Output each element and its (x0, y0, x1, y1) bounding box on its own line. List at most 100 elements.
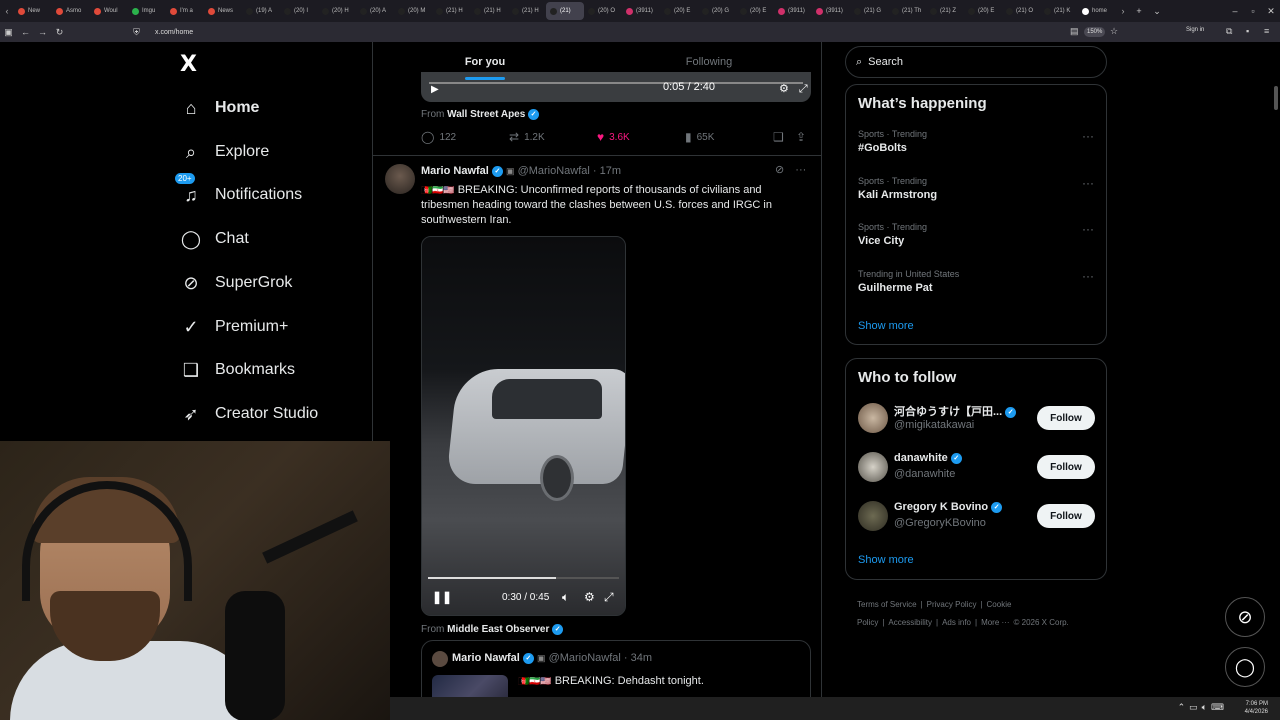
browser-tab[interactable]: New (14, 2, 52, 20)
extensions-icon[interactable]: ⧉ (1226, 26, 1232, 37)
footer-link[interactable]: More ··· (981, 618, 1009, 627)
avatar[interactable] (858, 501, 888, 531)
grok-icon[interactable]: ⊘ (775, 164, 784, 176)
reload-icon[interactable]: ↻ (51, 27, 68, 38)
more-icon[interactable]: ··· (1082, 129, 1094, 143)
new-tab-icon[interactable]: + (1130, 6, 1148, 16)
footer-link[interactable]: Terms of Service (857, 600, 917, 609)
show-more-link[interactable]: Show more (858, 554, 914, 566)
browser-tab[interactable]: (20) G (698, 2, 736, 20)
show-more-link[interactable]: Show more (858, 320, 914, 332)
browser-tab[interactable]: (3911) (622, 2, 660, 20)
video-progress-bar[interactable] (428, 577, 619, 579)
more-icon[interactable]: ··· (1082, 269, 1094, 283)
search-input[interactable]: Search (868, 56, 903, 68)
browser-tab[interactable]: (21) Th (888, 2, 926, 20)
browser-tab[interactable]: News (204, 2, 242, 20)
tab-list-icon[interactable]: ⌄ (1148, 6, 1166, 17)
volume-icon[interactable]: 🔈︎ (562, 590, 569, 605)
browser-tab[interactable]: (20) E (736, 2, 774, 20)
footer-link[interactable]: Privacy Policy (927, 600, 977, 609)
browser-tab[interactable]: Woul (90, 2, 128, 20)
more-icon[interactable]: ··· (795, 164, 806, 176)
close-window-icon[interactable]: ✕ (1262, 6, 1280, 17)
browser-tab[interactable]: (21) O (1002, 2, 1040, 20)
trend-item[interactable]: Trending in United States Guilherme Pat ··… (858, 269, 1098, 294)
sidebar-toggle-icon[interactable]: ▣ (0, 27, 17, 38)
messages-fab-button[interactable]: ◯ (1225, 647, 1265, 687)
nav-item-creator-studio[interactable]: ➶ Creator Studio (180, 399, 318, 429)
author-handle[interactable]: @MarioNawfal (518, 165, 590, 177)
browser-tab[interactable]: (21) G (850, 2, 888, 20)
grok-fab-button[interactable]: ⊘ (1225, 597, 1265, 637)
browser-tab[interactable]: (20) E (964, 2, 1002, 20)
bookmark-button[interactable]: ❑ (773, 130, 784, 144)
trend-item[interactable]: Sports · Trending Kali Armstrong ··· (858, 176, 1098, 201)
follow-button[interactable]: Follow (1037, 455, 1095, 479)
browser-tab[interactable]: (21) H (508, 2, 546, 20)
nav-item-notifications[interactable]: ♫ Notifications 20+ (175, 173, 302, 210)
views-button[interactable]: ▮ 65K (685, 130, 714, 144)
follow-suggestion[interactable]: danawhite ✓ @danawhite Follow (858, 450, 1098, 486)
footer-link[interactable]: Ads info (942, 618, 971, 627)
x-logo[interactable]: X (180, 52, 197, 77)
follow-suggestion[interactable]: Gregory K Bovino ✓ @GregoryKBovino Follow (858, 499, 1098, 535)
url-field[interactable]: x.com/home (155, 29, 193, 36)
post-video-player[interactable]: ❚❚ 0:30 / 0:45 🔈︎ ⚙ ⤢ (421, 236, 626, 616)
nav-item-premium[interactable]: ✓ Premium+ (180, 312, 288, 342)
nav-item-supergrok[interactable]: ⊘ SuperGrok (180, 268, 292, 298)
browser-tab[interactable]: (3911) (774, 2, 812, 20)
site-info-icon[interactable]: ⛨ (128, 27, 145, 38)
tab-for-you[interactable]: For you (373, 42, 597, 82)
trend-item[interactable]: Sports · Trending Vice City ··· (858, 222, 1098, 247)
avatar[interactable] (858, 403, 888, 433)
avatar[interactable] (385, 164, 415, 194)
author-name[interactable]: Mario Nawfal (421, 165, 489, 177)
browser-tab[interactable]: (20) A (356, 2, 394, 20)
browser-tab[interactable]: home (1078, 2, 1116, 20)
footer-link[interactable]: Accessibility (888, 618, 932, 627)
maximize-icon[interactable]: ▫ (1244, 6, 1262, 16)
browser-tab[interactable]: (20) M (394, 2, 432, 20)
nav-item-home[interactable]: ⌂ Home (180, 93, 260, 123)
play-icon[interactable]: ▶ (431, 84, 439, 95)
more-icon[interactable]: ··· (1082, 222, 1094, 236)
more-icon[interactable]: ··· (1082, 176, 1094, 190)
avatar[interactable] (432, 651, 448, 667)
minimize-icon[interactable]: – (1226, 6, 1244, 16)
browser-tab[interactable]: (21) K (1040, 2, 1078, 20)
page-scrollbar[interactable] (1274, 86, 1278, 110)
search-box[interactable]: ⌕ Search (845, 46, 1107, 78)
footer-link[interactable]: © 2026 X Corp. (1014, 618, 1069, 627)
pause-icon[interactable]: ❚❚ (432, 590, 452, 604)
system-tray-icons[interactable]: ⌃▭🔈︎⌨ (1178, 702, 1228, 713)
browser-tab[interactable]: Imgu (128, 2, 166, 20)
nav-item-chat[interactable]: ◯ Chat (180, 224, 249, 254)
settings-icon[interactable]: ⚙ (584, 590, 595, 604)
avatar[interactable] (858, 452, 888, 482)
tab-scroll-right-icon[interactable]: › (1116, 6, 1130, 16)
post-time[interactable]: · 17m (593, 165, 621, 177)
tab-scroll-left-icon[interactable]: ‹ (0, 6, 14, 16)
extension-badge-icon[interactable]: ▪ (1246, 26, 1249, 36)
video-progress-bar[interactable] (429, 82, 803, 84)
share-button[interactable]: ⇪ (796, 130, 806, 144)
follow-button[interactable]: Follow (1037, 504, 1095, 528)
reply-button[interactable]: ◯ 122 (421, 130, 456, 144)
reader-view-icon[interactable]: ▤ (1070, 26, 1079, 37)
browser-tab[interactable]: (20) H (318, 2, 356, 20)
trend-item[interactable]: Sports · Trending #GoBolts ··· (858, 129, 1098, 154)
browser-tab[interactable]: (20) I (280, 2, 318, 20)
tab-following[interactable]: Following (597, 42, 821, 82)
nav-item-bookmarks[interactable]: ❑ Bookmarks (180, 355, 295, 385)
browser-tab[interactable]: (19) A (242, 2, 280, 20)
browser-tab[interactable]: (21) (546, 2, 584, 20)
repost-button[interactable]: ⇄ 1.2K (509, 130, 545, 144)
sign-in-button[interactable]: Sign in (1186, 27, 1204, 33)
browser-tab[interactable]: (21) H (432, 2, 470, 20)
bookmark-star-icon[interactable]: ☆ (1110, 26, 1118, 37)
browser-tab[interactable]: Asmo (52, 2, 90, 20)
fullscreen-icon[interactable]: ⤢ (604, 590, 614, 605)
browser-tab[interactable]: (3911) (812, 2, 850, 20)
menu-icon[interactable]: ≡ (1264, 26, 1269, 36)
